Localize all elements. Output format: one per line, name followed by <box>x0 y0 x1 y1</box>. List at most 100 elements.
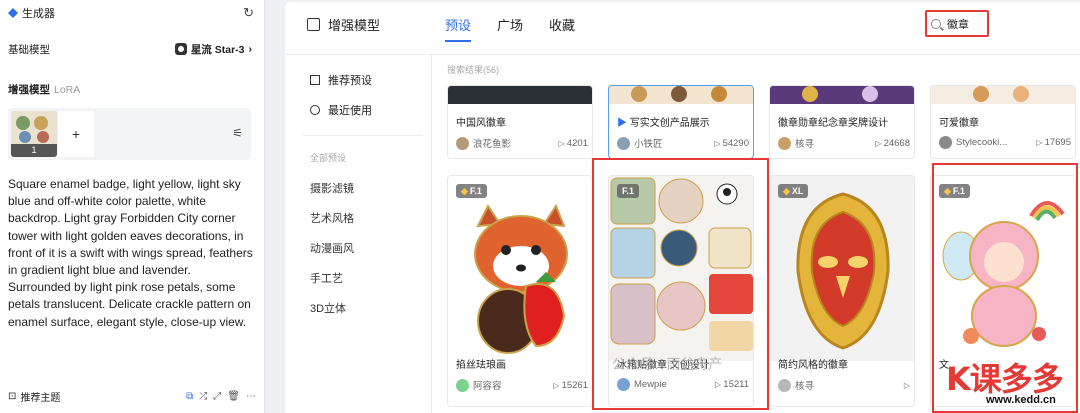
phoenix-badge-image <box>770 176 914 361</box>
card-meta: 核寻 <box>778 378 910 392</box>
window-title: 增强模型 <box>307 15 380 34</box>
diamond-icon <box>8 8 18 18</box>
search-icon <box>931 18 941 29</box>
card-author: 核寻 <box>795 139 815 150</box>
model-tag: ◆ F.1 <box>456 184 487 198</box>
search-input[interactable]: 徽章 <box>925 10 989 37</box>
card-image <box>609 86 753 104</box>
card-views <box>904 380 910 391</box>
translate-icon[interactable]: ⧉ <box>186 391 193 402</box>
card-image <box>770 86 914 104</box>
lora-label: 增强模型 <box>8 84 50 96</box>
avatar <box>778 378 791 392</box>
star-model-icon <box>174 43 187 55</box>
card-author: 浪花鱼影 <box>473 139 512 150</box>
card-meta: 核寻 24668 <box>778 136 910 150</box>
preset-card[interactable]: 徽章勋章纪念章奖牌设计 核寻 24668 <box>769 85 915 159</box>
refresh-icon[interactable]: ↻ <box>243 5 254 21</box>
lora-suffix: LoRA <box>54 84 81 96</box>
card-views: 15261 <box>553 380 588 391</box>
model-tag-text: F.1 <box>469 186 482 196</box>
nav-divider <box>303 135 423 136</box>
red-panda-badge-image <box>448 176 592 361</box>
nav-recent-label: 最近使用 <box>328 105 372 117</box>
nav-category-craft[interactable]: 手工艺 <box>310 270 343 286</box>
app-root: 生成器 ↻ 基础模型 星流 Star-3 › 增强模型 LoRA 1 + ⚟ S… <box>0 0 1080 413</box>
tab-presets[interactable]: 预设 <box>445 15 472 42</box>
card-meta: Stylecooki... 17695 <box>939 136 1071 149</box>
gem-icon: ◆ <box>783 186 790 196</box>
tab-favorites[interactable]: 收藏 <box>549 15 575 34</box>
lora-thumbnail[interactable]: 1 <box>11 111 57 157</box>
preset-card[interactable]: 中国风徽章 浪花鱼影 4201 <box>447 85 593 159</box>
expand-icon[interactable]: ⤢ <box>213 391 221 402</box>
shuffle-icon[interactable]: ⤮ <box>199 391 207 402</box>
nav-recommended-label: 推荐预设 <box>328 75 372 87</box>
lora-count-badge: 1 <box>11 144 57 157</box>
base-model-label: 基础模型 <box>8 43 50 56</box>
nav-group-label: 全部预设 <box>310 153 347 163</box>
watermark: 公众号 · 雨盆舟产 <box>612 356 723 372</box>
preset-card[interactable]: 可爱徽章 Stylecooki... 17695 <box>930 85 1076 159</box>
gem-icon: ◆ <box>461 186 468 196</box>
lora-label-row: 增强模型 LoRA <box>8 82 80 97</box>
card-author: 核寻 <box>795 381 815 392</box>
card-views: 54290 <box>714 138 749 149</box>
card-title: 可爱徽章 <box>939 118 979 129</box>
base-model-row[interactable]: 基础模型 星流 Star-3 › <box>8 40 252 58</box>
chevron-right-icon: › <box>248 43 253 55</box>
add-lora-button[interactable]: + <box>58 111 94 157</box>
card-author: Stylecooki... <box>956 137 1008 148</box>
nav-recent[interactable]: 最近使用 <box>310 102 372 118</box>
card-author: 阿容容 <box>473 381 502 392</box>
preset-card[interactable]: ◆ XL 简约风格的徽章 核寻 <box>769 175 915 407</box>
preset-card[interactable]: ▶ 写实文创产品展示 小铁匠 54290 <box>608 85 754 159</box>
card-image <box>931 86 1075 104</box>
card-title: 掐丝珐琅画 <box>456 360 506 371</box>
card-title-text: 写实文创产品展示 <box>629 118 710 129</box>
sliders-icon[interactable]: ⚟ <box>232 126 243 140</box>
card-meta: 阿容容 15261 <box>456 378 588 392</box>
avatar <box>778 136 791 150</box>
lora-box: 1 + ⚟ <box>8 108 251 160</box>
card-image <box>448 86 592 104</box>
base-model-selector[interactable]: 星流 Star-3 › <box>174 42 253 57</box>
preset-card[interactable]: ◆F.1 掐丝珐琅画 阿容容 15261 <box>447 175 593 407</box>
nav-category-photo[interactable]: 摄影滤镜 <box>310 180 354 196</box>
prompt-footer: ⊡ 推荐主题 ⧉ ⤮ ⤢ 🗑 ⋯ <box>8 388 256 404</box>
card-title: ▶ 写实文创产品展示 <box>617 114 710 129</box>
more-icon[interactable]: ⋯ <box>246 391 256 402</box>
avatar <box>456 378 469 392</box>
card-views: 17695 <box>1036 137 1071 148</box>
tab-bar: 预设 广场 收藏 <box>445 15 575 42</box>
card-meta: 小铁匠 54290 <box>617 136 749 150</box>
recommend-topic-button[interactable]: 推荐主题 <box>20 389 60 404</box>
prompt-text[interactable]: Square enamel badge, light yellow, light… <box>8 176 256 331</box>
nav-category-art[interactable]: 艺术风格 <box>310 210 354 226</box>
nav-category-3d[interactable]: 3D立体 <box>310 300 346 316</box>
card-meta: 浪花鱼影 4201 <box>456 136 588 150</box>
nav-category-anime[interactable]: 动漫画风 <box>310 240 354 256</box>
brand-url: www.kedd.cn <box>986 394 1056 406</box>
card-title: 简约风格的徽章 <box>778 360 848 371</box>
search-value: 徽章 <box>947 18 969 31</box>
trash-icon[interactable]: 🗑 <box>227 391 240 402</box>
bookmark-icon: ⊡ <box>8 390 17 402</box>
brand-logo: K课多多 www.kedd.cn <box>938 350 1080 413</box>
category-nav: 推荐预设 最近使用 全部预设 摄影滤镜 艺术风格 动漫画风 手工艺 3D立体 <box>285 55 432 413</box>
card-title: 中国风徽章 <box>456 118 506 129</box>
result-count: 搜索结果(56) <box>447 65 500 75</box>
bookmark-icon <box>310 75 320 85</box>
clock-icon <box>310 105 320 115</box>
card-views: 4201 <box>558 138 588 149</box>
cube-icon <box>307 18 320 31</box>
card-views: 24668 <box>875 138 910 149</box>
tab-square[interactable]: 广场 <box>497 15 523 34</box>
avatar <box>939 136 952 149</box>
model-tag: ◆ XL <box>778 184 809 198</box>
avatar <box>617 136 630 150</box>
window-title-text: 增强模型 <box>328 18 381 33</box>
nav-recommended[interactable]: 推荐预设 <box>310 72 372 88</box>
model-tag-text: XL <box>791 186 804 196</box>
play-icon: ▶ <box>617 118 627 129</box>
